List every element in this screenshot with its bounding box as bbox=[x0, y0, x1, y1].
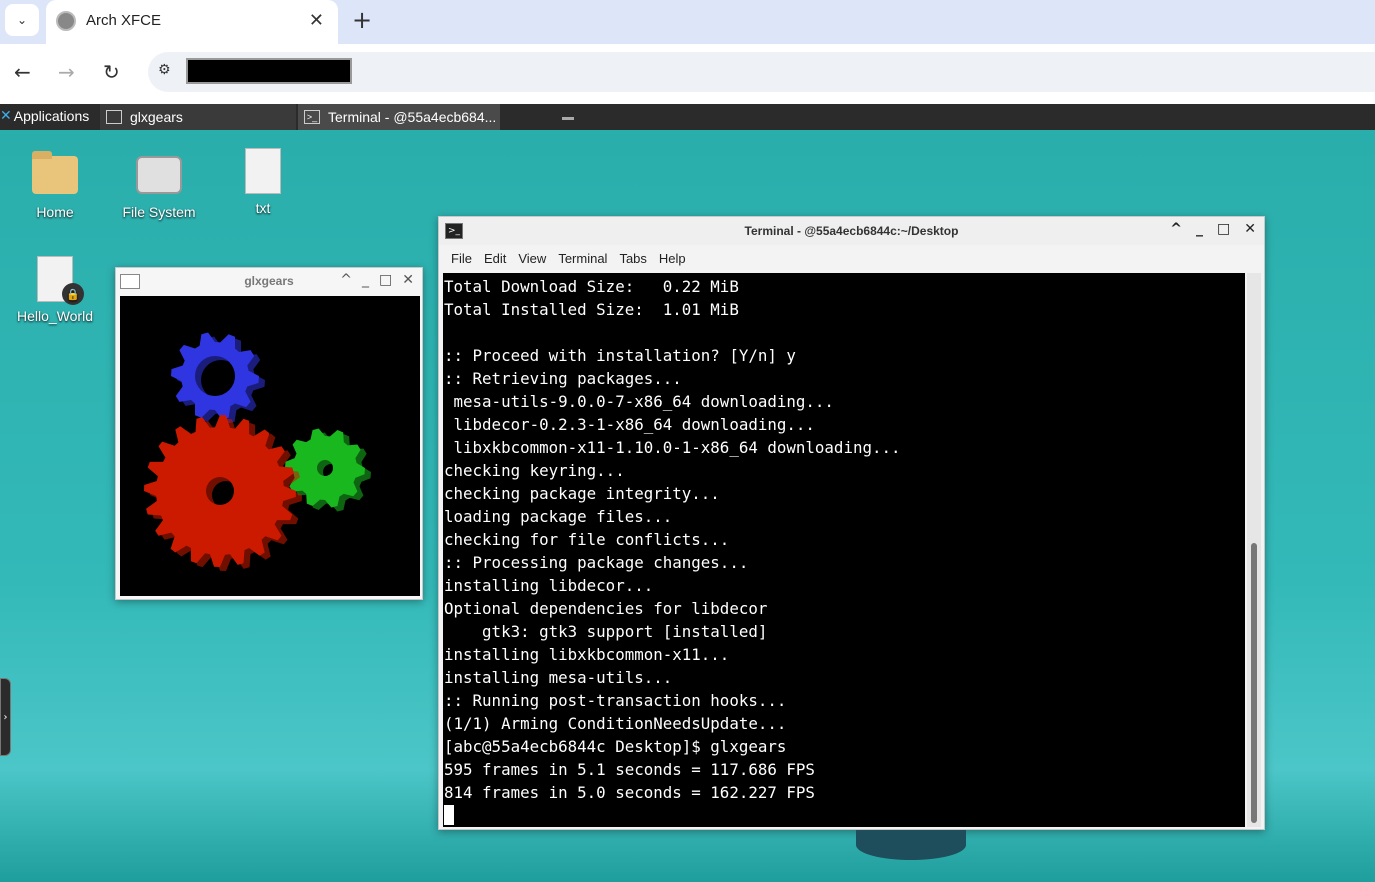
terminal-line: installing libdecor... bbox=[444, 576, 654, 595]
applications-menu[interactable]: ✕ Applications bbox=[0, 107, 89, 124]
reload-button[interactable]: ↻ bbox=[103, 60, 120, 84]
tab-search-button[interactable]: ⌄ bbox=[5, 4, 39, 36]
forward-button[interactable]: → bbox=[58, 60, 75, 84]
terminal-line: 595 frames in 5.1 seconds = 117.686 FPS bbox=[444, 760, 815, 779]
window-controls: ^ _ □ ✕ bbox=[1170, 221, 1256, 237]
panel-separator bbox=[562, 117, 574, 120]
terminal-line: checking for file conflicts... bbox=[444, 530, 730, 549]
side-panel-handle[interactable]: › bbox=[0, 678, 11, 756]
desktop: Home File System txt 🔒 Hello_World › glx… bbox=[0, 130, 1375, 882]
tab-title: Arch XFCE bbox=[86, 12, 162, 29]
chevron-down-icon: ⌄ bbox=[16, 13, 28, 27]
menu-tabs[interactable]: Tabs bbox=[613, 251, 652, 266]
lock-icon: 🔒 bbox=[62, 283, 84, 305]
terminal-line: libdecor-0.2.3-1-x86_64 downloading... bbox=[444, 415, 815, 434]
document-icon: 🔒 bbox=[37, 256, 84, 305]
browser-toolbar: ← → ↻ ⚙ bbox=[0, 44, 1375, 104]
terminal-line: libxkbcommon-x11-1.10.0-1-x86_64 downloa… bbox=[444, 438, 901, 457]
terminal-scrollbar[interactable] bbox=[1247, 273, 1261, 827]
taskbar-label: glxgears bbox=[130, 109, 183, 125]
terminal-output[interactable]: Total Download Size: 0.22 MiB Total Insta… bbox=[443, 273, 1245, 827]
terminal-icon: >_ bbox=[304, 110, 320, 124]
terminal-line: checking keyring... bbox=[444, 461, 625, 480]
terminal-line: 814 frames in 5.0 seconds = 162.227 FPS bbox=[444, 783, 815, 802]
menu-help[interactable]: Help bbox=[653, 251, 692, 266]
drive-icon bbox=[136, 156, 182, 194]
menu-view[interactable]: View bbox=[512, 251, 552, 266]
terminal-line: :: Running post-transaction hooks... bbox=[444, 691, 787, 710]
browser-tab-arch-xfce[interactable]: Arch XFCE ✕ bbox=[46, 0, 338, 44]
desktop-icon-label: txt bbox=[255, 200, 271, 216]
browser-tab-strip: ⌄ Arch XFCE ✕ + bbox=[0, 0, 1375, 44]
terminal-line: :: Retrieving packages... bbox=[444, 369, 682, 388]
desktop-icon-label: File System bbox=[122, 204, 196, 220]
window-titlebar[interactable]: >_ Terminal - @55a4ecb6844c:~/Desktop ^ … bbox=[439, 217, 1264, 245]
desktop-icon-home[interactable]: Home bbox=[5, 151, 105, 220]
terminal-line: installing mesa-utils... bbox=[444, 668, 673, 687]
terminal-line: Total Download Size: 0.22 MiB bbox=[444, 277, 739, 296]
terminal-line: mesa-utils-9.0.0-7-x86_64 downloading... bbox=[444, 392, 834, 411]
close-button[interactable]: ✕ bbox=[402, 272, 414, 288]
scrollbar-thumb[interactable] bbox=[1251, 543, 1257, 823]
shade-button[interactable]: ^ bbox=[340, 272, 352, 288]
terminal-prompt-line bbox=[444, 804, 1245, 827]
terminal-line: :: Proceed with installation? [Y/n] y bbox=[444, 346, 796, 365]
glxgears-canvas bbox=[120, 296, 420, 596]
desktop-icon-txt[interactable]: txt bbox=[213, 148, 313, 216]
gears-graphic bbox=[144, 332, 371, 571]
blue-gear bbox=[171, 332, 259, 420]
xfce-panel: ✕ Applications glxgears >_ Terminal - @5… bbox=[0, 104, 1375, 130]
minimize-button[interactable]: _ bbox=[1196, 221, 1203, 237]
desktop-icon-file-system[interactable]: File System bbox=[109, 156, 209, 220]
maximize-button[interactable]: □ bbox=[1217, 221, 1230, 237]
url-redacted bbox=[186, 58, 352, 84]
back-button[interactable]: ← bbox=[14, 60, 31, 84]
close-icon[interactable]: ✕ bbox=[309, 10, 324, 31]
window-controls: ^ _ □ ✕ bbox=[340, 272, 414, 288]
terminal-line: Total Installed Size: 1.01 MiB bbox=[444, 300, 739, 319]
terminal-line: [abc@55a4ecb6844c Desktop]$ glxgears bbox=[444, 737, 787, 756]
terminal-line: installing libxkbcommon-x11... bbox=[444, 645, 730, 664]
terminal-window: >_ Terminal - @55a4ecb6844c:~/Desktop ^ … bbox=[438, 216, 1265, 830]
desktop-icon-hello-world[interactable]: 🔒 Hello_World bbox=[5, 256, 105, 324]
shade-button[interactable]: ^ bbox=[1170, 221, 1182, 237]
globe-icon bbox=[56, 11, 76, 31]
file-icon bbox=[245, 148, 281, 194]
taskbar-item-glxgears[interactable]: glxgears bbox=[100, 104, 296, 130]
taskbar-label: Terminal - @55a4ecb684... bbox=[328, 109, 497, 125]
menu-edit[interactable]: Edit bbox=[478, 251, 512, 266]
minimize-button[interactable]: _ bbox=[362, 272, 369, 288]
desktop-icon-label: Hello_World bbox=[17, 308, 93, 324]
terminal-line: (1/1) Arming ConditionNeedsUpdate... bbox=[444, 714, 787, 733]
address-bar[interactable]: ⚙ bbox=[148, 52, 1375, 92]
wallpaper-decoration bbox=[856, 830, 966, 860]
maximize-button[interactable]: □ bbox=[379, 272, 392, 288]
terminal-line: :: Processing package changes... bbox=[444, 553, 749, 572]
xfce-logo-icon: ✕ bbox=[0, 107, 12, 123]
window-titlebar[interactable]: glxgears ^ _ □ ✕ bbox=[116, 268, 422, 296]
close-button[interactable]: ✕ bbox=[1244, 221, 1256, 237]
new-tab-button[interactable]: + bbox=[352, 6, 372, 34]
applications-label: Applications bbox=[13, 107, 90, 124]
window-icon bbox=[106, 110, 122, 124]
menu-file[interactable]: File bbox=[445, 251, 478, 266]
window-title: Terminal - @55a4ecb6844c:~/Desktop bbox=[744, 224, 959, 238]
desktop-icon-label: Home bbox=[36, 204, 74, 220]
terminal-line: gtk3: gtk3 support [installed] bbox=[444, 622, 768, 641]
site-info-icon[interactable]: ⚙ bbox=[158, 62, 171, 78]
terminal-line: loading package files... bbox=[444, 507, 673, 526]
terminal-cursor bbox=[444, 805, 454, 825]
terminal-menubar: File Edit View Terminal Tabs Help bbox=[439, 245, 1264, 271]
terminal-line: Optional dependencies for libdecor bbox=[444, 599, 768, 618]
terminal-line: checking package integrity... bbox=[444, 484, 720, 503]
terminal-lines: Total Download Size: 0.22 MiB Total Insta… bbox=[443, 273, 1245, 827]
glxgears-window: glxgears ^ _ □ ✕ bbox=[115, 267, 423, 600]
home-folder-icon bbox=[32, 151, 78, 194]
menu-terminal[interactable]: Terminal bbox=[552, 251, 613, 266]
taskbar-item-terminal[interactable]: >_ Terminal - @55a4ecb684... bbox=[298, 104, 500, 130]
